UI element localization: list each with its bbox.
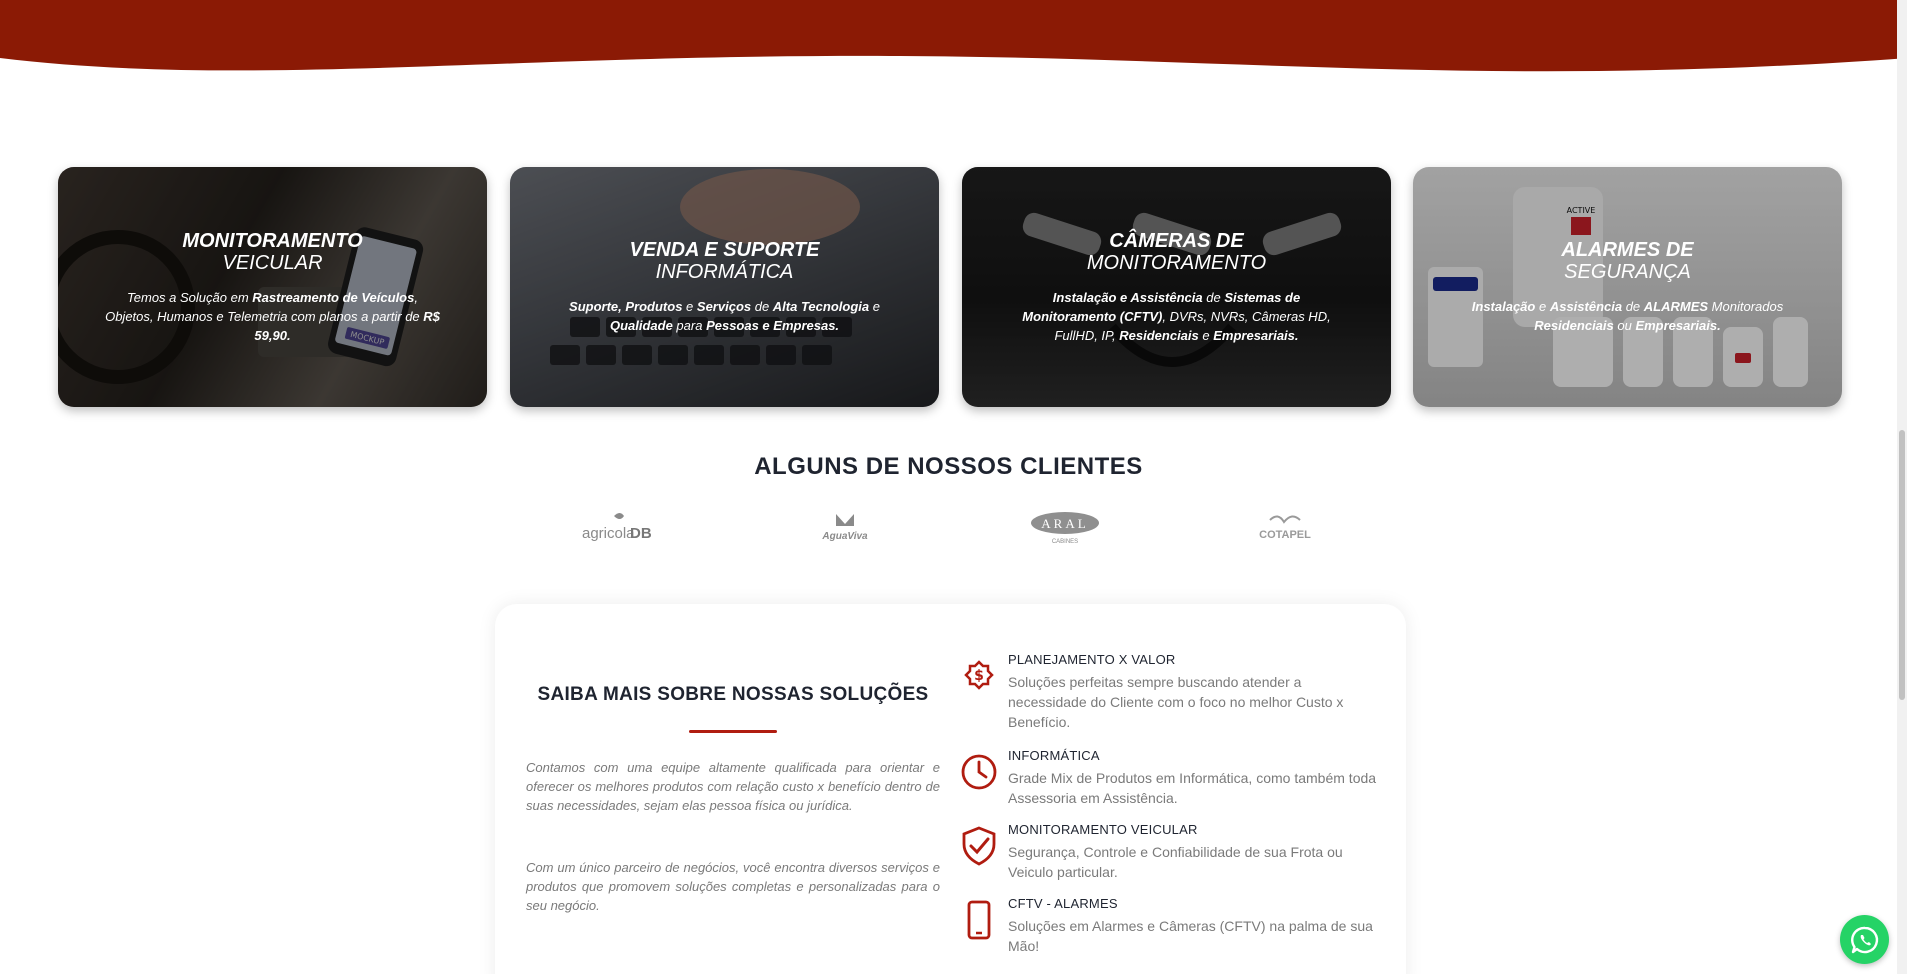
smartphone-icon xyxy=(967,900,991,940)
card-title-line2: VEICULAR xyxy=(222,251,323,274)
desc-part-bold: Instalação e Assistência xyxy=(1052,289,1203,305)
client-logo-aral[interactable]: ARAL CABINES xyxy=(1025,510,1105,546)
logo-text-aguaviva: AguaViva xyxy=(821,531,868,542)
svg-text:$: $ xyxy=(974,668,984,684)
client-logo-agricoladb[interactable]: agricola DB xyxy=(580,510,660,546)
card-title: VENDA E SUPORTE INFORMÁTICA xyxy=(629,239,819,283)
desc-part-bold: ALARMES xyxy=(1643,299,1709,314)
card-title-line1: MONITORAMENTO xyxy=(182,229,363,252)
card-description: Temos a Solução em Rastreamento de Veícu… xyxy=(102,288,443,345)
desc-part-bold: Rastreamento de Veículos xyxy=(252,289,415,305)
card-description: Instalação e Assistência de Sistemas de … xyxy=(1006,288,1347,345)
card-description: Suporte, Produtos e Serviços de Alta Tec… xyxy=(554,297,895,335)
service-card-alarmes[interactable]: ACTIVE ALARMES DE SEGURANÇA Instalação e… xyxy=(1413,167,1842,407)
desc-part-bold: Instalação xyxy=(1471,299,1536,314)
card-title-line1: CÂMERAS DE xyxy=(1109,229,1244,252)
clients-section-title: ALGUNS DE NOSSOS CLIENTES xyxy=(754,453,1143,480)
feature-title: INFORMÁTICA xyxy=(1008,748,1100,763)
desc-part: e xyxy=(682,299,697,314)
logo-text-db: DB xyxy=(630,525,652,542)
desc-part-bold: Residenciais xyxy=(1534,318,1614,333)
card-title-line1: ALARMES DE xyxy=(1561,239,1694,261)
desc-part-bold: Pessoas e Empresas. xyxy=(706,318,840,333)
service-card-cameras[interactable]: CÂMERAS DE MONITORAMENTO Instalação e As… xyxy=(962,167,1391,407)
card-title: CÂMERAS DE MONITORAMENTO xyxy=(1087,230,1266,274)
card-title-line2: MONITORAMENTO xyxy=(1086,251,1267,274)
logo-text-aral: ARAL xyxy=(1041,516,1088,531)
feature-description: Grade Mix de Produtos em Informática, co… xyxy=(1008,770,1377,806)
desc-part: ou xyxy=(1613,318,1636,333)
card-title-line2: SEGURANÇA xyxy=(1564,261,1691,283)
service-card-informatica[interactable]: VENDA E SUPORTE INFORMÁTICA Suporte, Pro… xyxy=(510,167,939,407)
desc-part-bold: Empresariais. xyxy=(1635,318,1721,333)
whatsapp-icon xyxy=(1850,926,1878,953)
solutions-paragraph-1: Contamos com uma equipe altamente qualif… xyxy=(526,760,940,813)
solutions-paragraph-2: Com um único parceiro de negócios, você … xyxy=(526,860,940,913)
feature-description: Segurança, Controle e Confiabilidade de … xyxy=(1008,844,1343,880)
logo-text-cabines: CABINES xyxy=(1052,539,1078,545)
client-logo-cotapel[interactable]: COTAPEL xyxy=(1250,510,1320,546)
card-description: Instalação e Assistência de ALARMES Moni… xyxy=(1457,297,1798,335)
desc-part: de xyxy=(1202,289,1225,305)
feature-title: CFTV - ALARMES xyxy=(1008,896,1118,911)
clock-icon xyxy=(961,754,997,790)
feature-description: Soluções em Alarmes e Câmeras (CFTV) na … xyxy=(1008,918,1373,954)
desc-part: de xyxy=(1622,299,1644,314)
client-logo-aguaviva[interactable]: AguaViva xyxy=(810,510,880,546)
card-title: MONITORAMENTO VEICULAR xyxy=(182,230,362,274)
card-title-line1: VENDA E SUPORTE xyxy=(629,239,820,261)
card-title-line2: INFORMÁTICA xyxy=(655,261,794,283)
desc-part-bold: Residenciais xyxy=(1119,327,1199,343)
desc-part: Monitorados xyxy=(1708,299,1784,314)
whatsapp-button[interactable] xyxy=(1840,915,1889,964)
solutions-title: SAIBA MAIS SOBRE NOSSAS SOLUÇÕES xyxy=(537,684,929,705)
scrollbar-thumb[interactable] xyxy=(1899,430,1905,700)
desc-part-bold: Qualidade xyxy=(609,318,673,333)
money-badge-icon: $ xyxy=(964,660,994,690)
desc-part: de xyxy=(751,299,773,314)
card-title: ALARMES DE SEGURANÇA xyxy=(1561,239,1693,283)
desc-part-bold: Serviços xyxy=(696,299,752,314)
feature-description: Soluções perfeitas sempre buscando atend… xyxy=(1008,674,1344,730)
logo-text-cotapel: COTAPEL xyxy=(1259,529,1311,541)
desc-part: e xyxy=(1198,327,1214,343)
header-wave xyxy=(0,0,1907,72)
solutions-info-box: SAIBA MAIS SOBRE NOSSAS SOLUÇÕES Contamo… xyxy=(495,604,1406,974)
desc-part-bold: Suporte, Produtos xyxy=(569,299,683,314)
desc-part-bold: Assistência xyxy=(1549,299,1623,314)
service-card-monitoramento-veicular[interactable]: MOCKUP MONITORAMENTO VEICULAR Temos a So… xyxy=(58,167,487,407)
desc-part-bold: Empresariais. xyxy=(1213,327,1299,343)
title-underline xyxy=(689,730,777,733)
feature-title: MONITORAMENTO VEICULAR xyxy=(1008,822,1198,837)
desc-part: para xyxy=(672,318,707,333)
desc-part: e xyxy=(1535,299,1550,314)
feature-title: PLANEJAMENTO X VALOR xyxy=(1008,652,1176,667)
desc-part: Temos a Solução em xyxy=(127,289,253,305)
clients-logos: agricola DB AguaViva ARAL CABINES COTAPE… xyxy=(560,510,1340,546)
desc-part: e xyxy=(869,299,880,314)
services-cards: MOCKUP MONITORAMENTO VEICULAR Temos a So… xyxy=(58,167,1842,407)
shield-check-icon xyxy=(962,826,996,866)
page-scrollbar[interactable] xyxy=(1897,0,1907,974)
logo-text-agricola: agricola xyxy=(582,525,635,542)
desc-part-bold: Alta Tecnologia xyxy=(772,299,870,314)
